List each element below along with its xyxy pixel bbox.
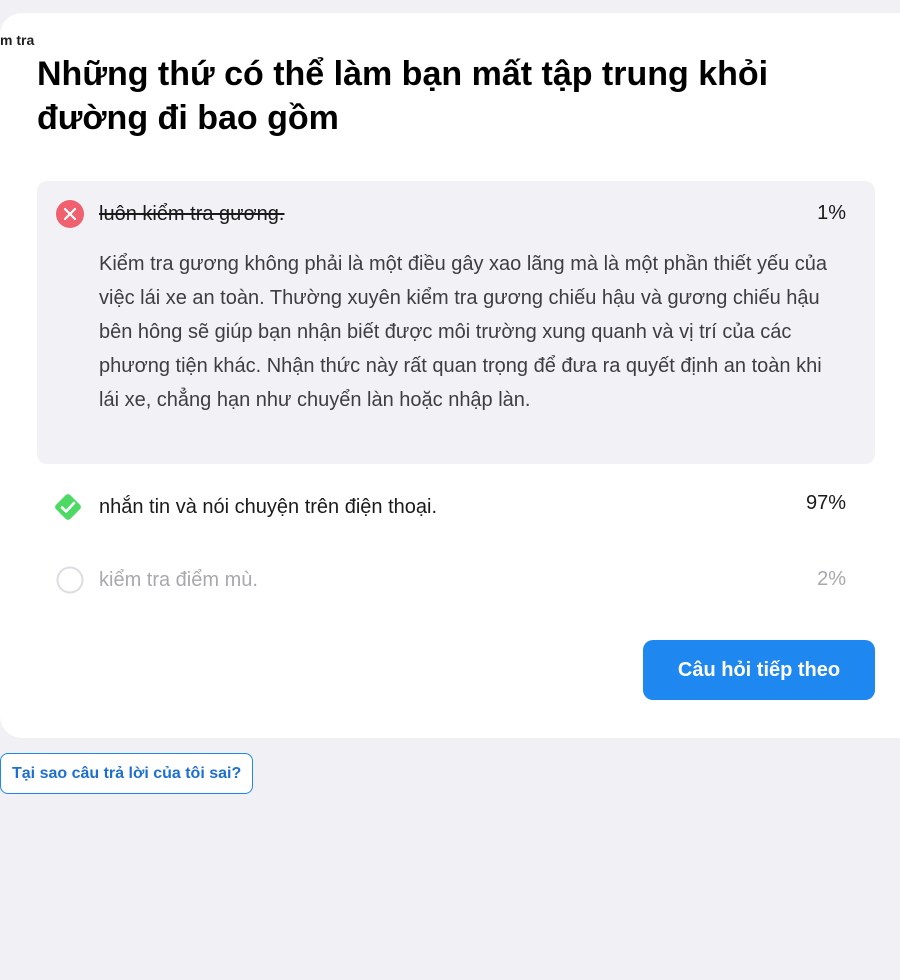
- answer-text: kiểm tra điểm mù.: [99, 569, 258, 591]
- answer-option-incorrect-selected[interactable]: luôn kiểm tra gương. 1% Kiểm tra gương k…: [37, 181, 875, 464]
- answer-percent: 97%: [805, 492, 846, 514]
- answer-option-correct[interactable]: nhắn tin và nói chuyện trên điện thoại. …: [37, 478, 875, 534]
- answer-option-unselected[interactable]: kiểm tra điểm mù. 2%: [37, 552, 875, 608]
- check-diamond-icon: [55, 494, 81, 520]
- answer-percent: 1%: [817, 202, 846, 224]
- answer-text: luôn kiểm tra gương.: [99, 203, 285, 225]
- x-circle-icon: [56, 200, 84, 228]
- answer-text: nhắn tin và nói chuyện trên điện thoại.: [99, 496, 438, 518]
- empty-circle-icon: [56, 566, 84, 594]
- answer-percent: 2%: [817, 568, 846, 590]
- question-title: Những thứ có thể làm bạn mất tập trung k…: [37, 55, 769, 137]
- why-wrong-button[interactable]: Tại sao câu trả lời của tôi sai?: [0, 753, 254, 794]
- answer-explanation: Kiểm tra gương không phải là một điều gâ…: [99, 253, 828, 411]
- quiz-page: m tra Những thứ có thể làm bạn mất tập t…: [0, 0, 900, 980]
- next-question-button[interactable]: Câu hỏi tiếp theo: [643, 640, 875, 700]
- breadcrumb: m tra: [0, 32, 35, 48]
